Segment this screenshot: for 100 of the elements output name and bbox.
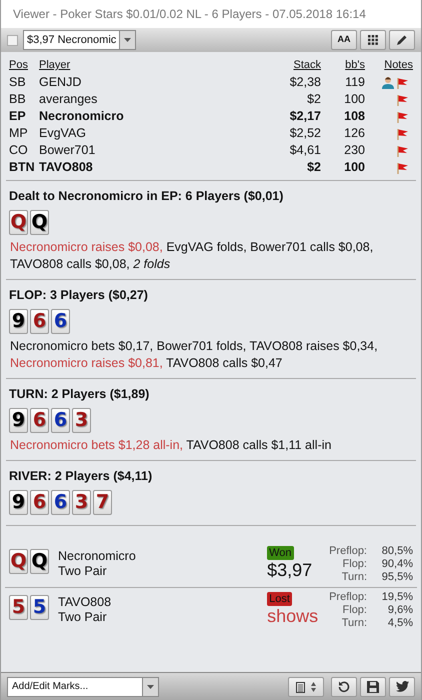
table-cell: GENJD (39, 75, 82, 89)
column-header[interactable]: Player (39, 59, 70, 71)
bird-icon (396, 681, 408, 692)
flag-icon[interactable] (397, 94, 409, 106)
hand-rank: Two Pair (58, 564, 108, 579)
table-cell: SB (9, 75, 26, 89)
playing-card: Q (30, 549, 49, 574)
playing-card: 6 (51, 309, 70, 334)
playing-card: 5 (30, 595, 49, 620)
playing-card: 9 (9, 309, 28, 334)
table-cell: $2 (307, 92, 321, 106)
column-header[interactable]: bb's (345, 59, 365, 71)
result-badge: Lost (267, 592, 292, 606)
flag-icon[interactable] (397, 128, 409, 140)
table-cell: BB (9, 92, 26, 106)
playing-card: 3 (72, 490, 91, 515)
table-cell: 100 (344, 160, 365, 174)
column-header[interactable]: Pos (9, 59, 28, 71)
table-cell: Necronomicro (39, 109, 124, 123)
table-cell: $2,52 (290, 126, 321, 140)
table-cell: 126 (344, 126, 365, 140)
notepad-icon (296, 680, 305, 692)
playing-card: Q (30, 210, 49, 235)
equity-value: 80,5% (382, 545, 413, 557)
player-name: Necronomicro (58, 549, 137, 564)
playing-card: 6 (30, 408, 49, 433)
edit-button[interactable] (389, 30, 415, 50)
table-cell: Bower701 (39, 143, 96, 157)
street-heading: RIVER: 2 Players ($4,11) (9, 468, 154, 484)
grid-icon (368, 35, 378, 45)
equity-label: Turn: (342, 571, 367, 583)
table-cell: BTN (9, 160, 35, 174)
notepad-button[interactable] (288, 676, 324, 696)
equity-label: Preflop: (329, 591, 367, 603)
result-amount: shows (267, 606, 318, 626)
table-cell: TAVO808 (39, 160, 93, 174)
equity-value: 4,5% (388, 617, 413, 629)
flag-icon[interactable] (397, 162, 409, 174)
equity-label: Flop: (342, 604, 367, 616)
hand-rank: Two Pair (58, 610, 108, 625)
result-amount: $3,97 (267, 560, 312, 580)
caret-icon (147, 684, 154, 688)
bird-button[interactable] (389, 676, 415, 696)
pencil-icon (396, 34, 408, 46)
table-cell: 119 (345, 75, 365, 89)
table-cell: $2,38 (290, 75, 321, 89)
flag-icon[interactable] (397, 76, 409, 88)
playing-card: 6 (30, 309, 49, 334)
equity-value: 9,6% (388, 604, 413, 616)
equity-label: Flop: (342, 558, 367, 570)
player-name: TAVO808 (58, 595, 112, 610)
playing-card: 3 (72, 408, 91, 433)
table-cell: 100 (344, 92, 365, 106)
save-icon (367, 680, 379, 692)
playing-card: 7 (93, 490, 112, 515)
equity-value: 90,4% (382, 558, 413, 570)
equity-label: Preflop: (329, 545, 367, 557)
playing-card: 9 (9, 490, 28, 515)
equity-label: Turn: (342, 617, 367, 629)
spinner-icon (311, 682, 316, 692)
refresh-icon (338, 680, 350, 692)
refresh-button[interactable] (331, 676, 357, 696)
street-heading: FLOP: 3 Players ($0,27) (9, 287, 149, 303)
equity-value: 19,5% (382, 591, 413, 603)
flag-icon[interactable] (397, 110, 409, 122)
table-cell: $2 (307, 160, 321, 174)
playing-card: Q (9, 549, 28, 574)
playing-card: 6 (51, 490, 70, 515)
table-cell: averanges (39, 92, 98, 106)
flag-icon[interactable] (397, 144, 409, 156)
playing-card: 6 (51, 408, 70, 433)
table-cell: $2,17 (290, 109, 321, 123)
checkbox[interactable] (7, 34, 18, 46)
marks-dropdown[interactable]: Add/Edit Marks... (7, 676, 159, 696)
column-header[interactable]: Notes (384, 59, 413, 71)
grid-button[interactable] (360, 30, 386, 50)
action-log: Necronomicro raises $0,08, EvgVAG folds, Bower701 calls $0,08, TAVO808 calls $0,08, 2 folds (10, 239, 374, 273)
save-button[interactable] (360, 676, 386, 696)
playing-card: 6 (30, 490, 49, 515)
playing-card: 5 (9, 595, 28, 620)
table-cell: 108 (344, 109, 365, 123)
street-heading: Dealt to Necronomicro in EP: 6 Players ($0,01) (9, 188, 284, 204)
table-cell: CO (9, 143, 28, 157)
action-log: Necronomicro bets $0,17, Bower701 folds, TAVO808 raises $0,34, Necronomicro raises $0,81, TAVO808 calls $0,47 (10, 338, 379, 372)
window-title: Viewer - Poker Stars $0.01/0.02 NL - 6 Players - 07.05.2018 16:14 (13, 6, 366, 23)
equity-value: 95,5% (382, 571, 413, 583)
playing-card: 9 (9, 408, 28, 433)
table-cell: EP (9, 109, 26, 123)
column-header[interactable]: Stack (293, 59, 321, 71)
street-heading: TURN: 2 Players ($1,89) (9, 386, 150, 402)
table-cell: MP (9, 126, 28, 140)
table-cell: 230 (344, 143, 365, 157)
table-cell: $4,61 (290, 143, 321, 157)
playing-card: Q (9, 210, 28, 235)
action-log: Necronomicro bets $1,28 all-in, TAVO808 calls $1,11 all-in (10, 437, 332, 454)
table-cell: EvgVAG (39, 126, 86, 140)
result-badge: Won (267, 546, 294, 560)
caret-icon (124, 38, 132, 42)
font-size-button[interactable]: AA (331, 30, 357, 50)
hand-select[interactable]: $3,97 Necronomic (23, 30, 136, 50)
